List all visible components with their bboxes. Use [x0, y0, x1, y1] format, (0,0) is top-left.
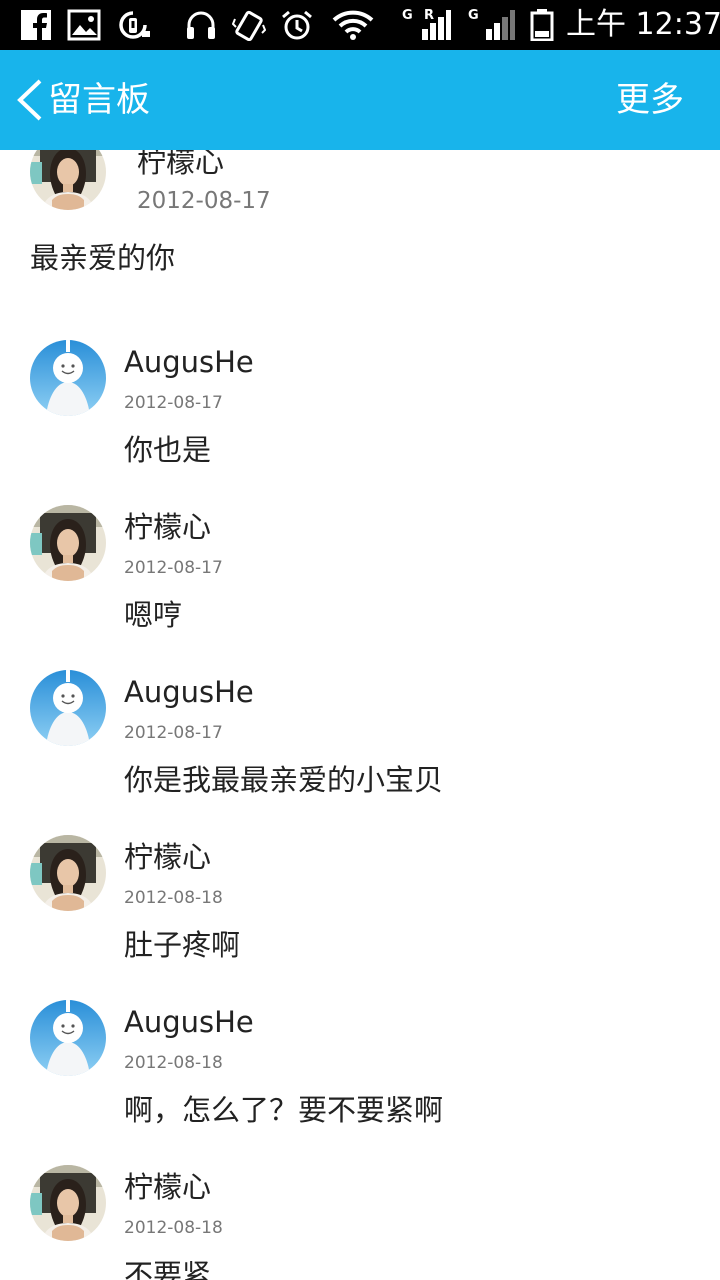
page-title: 留言板	[48, 80, 150, 120]
reply-text: 嗯哼	[124, 598, 183, 632]
signal-icon	[422, 10, 451, 40]
reply-date: 2012-08-18	[124, 1053, 223, 1073]
wifi-icon	[332, 10, 374, 40]
reply-text: 肚子疼啊	[124, 928, 241, 962]
status-time: 上午 12:37	[566, 7, 720, 42]
reply-text: 你也是	[124, 433, 212, 467]
more-button[interactable]: 更多	[616, 76, 684, 124]
girl-photo-avatar-image	[30, 1165, 106, 1241]
carrier-label-2: G	[468, 8, 479, 23]
doll-avatar-image	[30, 670, 106, 746]
girl-photo-avatar-image	[30, 835, 106, 911]
alarm-icon	[282, 10, 312, 40]
facebook-icon	[21, 10, 51, 40]
author-name[interactable]: AugusHe	[124, 674, 254, 710]
avatar[interactable]	[30, 1165, 106, 1241]
reply-text: 不要紧	[124, 1258, 212, 1280]
reply-date: 2012-08-18	[124, 1218, 223, 1238]
headphones-icon	[187, 11, 215, 39]
battery-icon	[530, 9, 554, 41]
author-name[interactable]: 柠檬心	[124, 839, 211, 875]
doll-avatar-image	[30, 340, 106, 416]
girl-photo-avatar-image	[30, 150, 106, 210]
doll-avatar-image	[30, 1000, 106, 1076]
sync-icon	[119, 11, 150, 39]
signal-icon	[486, 10, 515, 40]
reply-date: 2012-08-17	[124, 723, 223, 743]
avatar[interactable]	[30, 505, 106, 581]
reply-date: 2012-08-17	[124, 393, 223, 413]
author-name[interactable]: AugusHe	[124, 1004, 254, 1040]
carrier-label: G	[402, 8, 413, 23]
reply-date: 2012-08-17	[124, 558, 223, 578]
reply-text: 你是我最最亲爱的小宝贝	[124, 763, 444, 797]
status-bar: G R G 上午 12:37	[0, 0, 720, 50]
reply-date: 2012-08-18	[124, 888, 223, 908]
author-name[interactable]: 柠檬心	[124, 1169, 211, 1205]
author-name[interactable]: 柠檬心	[124, 509, 211, 545]
chevron-left-icon	[17, 79, 42, 121]
message-board[interactable]: 柠檬心 2012-08-17 最亲爱的你 AugusHe 2012-08-17 …	[0, 150, 720, 1280]
avatar[interactable]	[30, 670, 106, 746]
author-name[interactable]: 柠檬心	[137, 150, 224, 180]
vibrate-icon	[232, 10, 266, 41]
avatar[interactable]	[30, 835, 106, 911]
reply-text: 啊，怎么了？要不要紧啊	[124, 1093, 444, 1127]
avatar[interactable]	[30, 1000, 106, 1076]
gallery-icon	[67, 9, 101, 41]
author-name[interactable]: AugusHe	[124, 344, 254, 380]
post-date: 2012-08-17	[137, 188, 271, 214]
girl-photo-avatar-image	[30, 505, 106, 581]
back-button[interactable]: 留言板	[0, 50, 180, 150]
post-text: 最亲爱的你	[30, 241, 176, 275]
avatar[interactable]	[30, 150, 106, 210]
avatar[interactable]	[30, 340, 106, 416]
title-bar: 留言板 更多	[0, 50, 720, 150]
